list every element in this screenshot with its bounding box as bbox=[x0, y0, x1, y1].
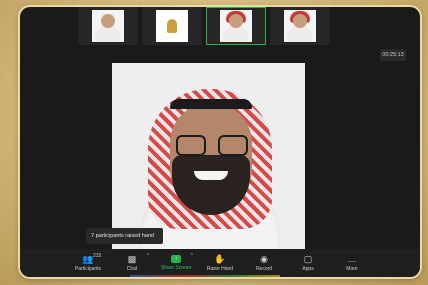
record-icon: ◉ bbox=[260, 254, 268, 264]
chat-label: Chat bbox=[126, 266, 138, 272]
meeting-timer: 00:25:13 bbox=[380, 49, 406, 61]
more-label: More bbox=[346, 266, 358, 272]
chevron-up-icon[interactable]: ^ bbox=[191, 253, 193, 259]
participant-video bbox=[92, 10, 124, 42]
participant-thumbnail-strip bbox=[78, 7, 338, 45]
participant-thumbnail-logo[interactable] bbox=[142, 7, 202, 45]
more-button[interactable]: … More bbox=[334, 249, 370, 277]
record-button[interactable]: ◉ Record bbox=[246, 249, 282, 277]
logo-emblem-icon bbox=[167, 19, 177, 33]
participants-count: 215 bbox=[93, 253, 102, 259]
organization-logo bbox=[156, 10, 188, 42]
participant-thumbnail[interactable] bbox=[270, 7, 330, 45]
participant-video bbox=[284, 10, 316, 42]
share-screen-button[interactable]: ↑ ^ Share Screen bbox=[158, 249, 194, 277]
meeting-controls-toolbar: 👥 215 Participants ▩ ^ Chat ↑ ^ Share Sc… bbox=[20, 249, 420, 277]
raise-hand-button[interactable]: ✋ Raise Hand bbox=[202, 249, 238, 277]
raised-hands-tooltip: 7 participants raised hand bbox=[86, 228, 163, 244]
chat-button[interactable]: ▩ ^ Chat bbox=[114, 249, 150, 277]
chat-icon: ▩ bbox=[127, 254, 137, 264]
participants-button[interactable]: 👥 215 Participants bbox=[70, 249, 106, 277]
speaker-agal bbox=[170, 99, 252, 109]
apps-button[interactable]: ▢ Apps bbox=[290, 249, 326, 277]
share-screen-label: Share Screen bbox=[160, 265, 192, 271]
raise-hand-icon: ✋ bbox=[214, 254, 226, 264]
chevron-up-icon[interactable]: ^ bbox=[147, 253, 149, 259]
apps-icon: ▢ bbox=[303, 254, 313, 264]
participant-video bbox=[220, 10, 252, 42]
zoom-meeting-window: 00:25:13 7 participants raised hand 👥 21… bbox=[20, 7, 420, 277]
more-icon: … bbox=[347, 254, 357, 264]
record-label: Record bbox=[255, 266, 273, 272]
taskbar-strip bbox=[130, 275, 280, 277]
participant-thumbnail-active-speaker[interactable] bbox=[206, 7, 266, 45]
speaker-smile bbox=[194, 171, 228, 180]
speaker-glasses-left bbox=[176, 135, 206, 156]
speaker-glasses-right bbox=[218, 135, 248, 156]
share-screen-icon: ↑ bbox=[171, 255, 181, 263]
participants-label: Participants bbox=[74, 266, 102, 272]
apps-label: Apps bbox=[302, 266, 314, 272]
participant-thumbnail[interactable] bbox=[78, 7, 138, 45]
raise-hand-label: Raise Hand bbox=[206, 266, 234, 272]
